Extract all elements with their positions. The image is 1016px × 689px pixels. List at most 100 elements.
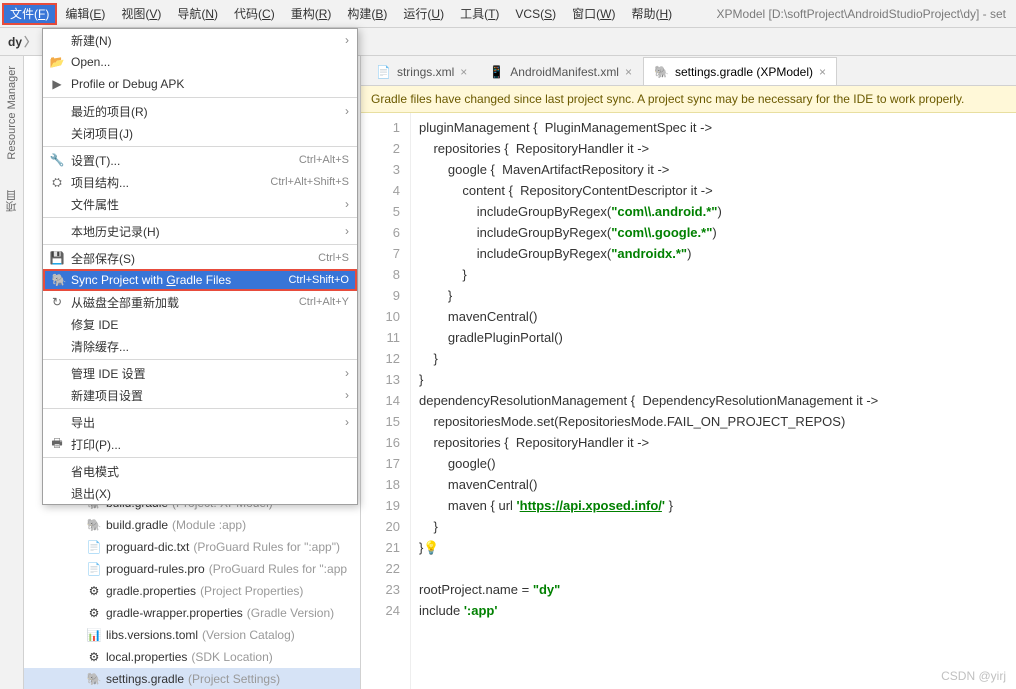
tab-icon: 🐘 <box>654 65 669 79</box>
tree-item[interactable]: 📊libs.versions.toml (Version Catalog) <box>24 624 360 646</box>
menu-工具[interactable]: 工具(T) <box>452 3 507 25</box>
menu-label: 关闭项目(J) <box>71 125 133 142</box>
menu-label: 最近的项目(R) <box>71 103 148 120</box>
separator <box>43 97 357 98</box>
rail-project[interactable]: 项目 <box>4 190 20 212</box>
tree-item[interactable]: ⚙gradle.properties (Project Properties) <box>24 580 360 602</box>
separator <box>43 359 357 360</box>
tree-item[interactable]: 🐘build.gradle (Module :app) <box>24 514 360 536</box>
menu-文件[interactable]: 文件(F) <box>2 3 57 25</box>
menu-icon: ⛭ <box>49 175 65 190</box>
menu-label: 新建(N) <box>71 32 112 49</box>
tree-hint: (Project Properties) <box>200 584 303 598</box>
menu-帮助[interactable]: 帮助(H) <box>623 3 680 25</box>
tab-label: strings.xml <box>397 65 454 79</box>
sync-notice: Gradle files have changed since last pro… <box>361 86 1016 113</box>
submenu-arrow-icon: › <box>345 366 349 380</box>
menu-item[interactable]: 管理 IDE 设置 › <box>43 362 357 384</box>
editor-tab[interactable]: 📱AndroidManifest.xml× <box>478 57 643 85</box>
rail-resource-manager[interactable]: Resource Manager <box>6 66 18 160</box>
menu-窗口[interactable]: 窗口(W) <box>564 3 623 25</box>
close-icon[interactable]: × <box>819 65 826 79</box>
breadcrumb-item[interactable]: dy <box>8 35 22 49</box>
menu-item[interactable]: 导出› <box>43 411 357 433</box>
submenu-arrow-icon: › <box>345 33 349 47</box>
shortcut: Ctrl+Alt+Shift+S <box>270 176 349 188</box>
menu-item[interactable]: 📂Open... <box>43 51 357 73</box>
menu-构建[interactable]: 构建(B) <box>339 3 395 25</box>
tree-item[interactable]: 📄proguard-dic.txt (ProGuard Rules for ":… <box>24 536 360 558</box>
file-icon: 🐘 <box>86 672 102 686</box>
shortcut: Ctrl+S <box>318 252 349 264</box>
menu-item[interactable]: ⛭ 项目结构... Ctrl+Alt+Shift+S <box>43 171 357 193</box>
menu-item[interactable]: 清除缓存... <box>43 335 357 357</box>
editor-tab[interactable]: 📄 strings.xml × <box>365 57 478 85</box>
file-icon: ⚙ <box>86 584 102 598</box>
tree-label: gradle-wrapper.properties <box>106 606 243 620</box>
editor-tab[interactable]: 🐘settings.gradle (XPModel)× <box>643 57 837 85</box>
tree-hint: (Version Catalog) <box>202 628 295 642</box>
menu-item[interactable]: 关闭项目(J) <box>43 122 357 144</box>
tree-hint: (ProGuard Rules for ":app <box>209 562 347 576</box>
menubar: 文件(F)编辑(E)视图(V)导航(N)代码(C)重构(R)构建(B)运行(U)… <box>0 0 1016 28</box>
menu-编辑[interactable]: 编辑(E) <box>57 3 113 25</box>
menu-icon: ▶ <box>49 77 65 91</box>
menu-item[interactable]: 新建项目设置› <box>43 384 357 406</box>
menu-代码[interactable]: 代码(C) <box>226 3 283 25</box>
menu-item[interactable]: 退出(X) <box>43 482 357 504</box>
menu-label: 项目结构... <box>71 174 129 191</box>
menu-item[interactable]: ▶Profile or Debug APK <box>43 73 357 95</box>
window-title: XPModel [D:\softProject\AndroidStudioPro… <box>717 7 1014 21</box>
menu-重构[interactable]: 重构(R) <box>283 3 340 25</box>
menu-item[interactable]: 🔧设置(T)...Ctrl+Alt+S <box>43 149 357 171</box>
menu-视图[interactable]: 视图(V) <box>113 3 169 25</box>
file-icon: ⚙ <box>86 650 102 664</box>
code-editor[interactable]: 123456789101112131415161718192021222324 … <box>361 113 1016 689</box>
menu-item[interactable]: 💾全部保存(S)Ctrl+S <box>43 247 357 269</box>
menu-label: 文件属性 <box>71 196 119 213</box>
menu-item[interactable]: 最近的项目(R)› <box>43 100 357 122</box>
tree-label: local.properties <box>106 650 187 664</box>
menu-icon: 💾 <box>49 251 65 265</box>
menu-item[interactable]: 🖶打印(P)... <box>43 433 357 455</box>
menu-运行[interactable]: 运行(U) <box>395 3 452 25</box>
shortcut: Ctrl+Shift+O <box>288 274 349 286</box>
separator <box>43 457 357 458</box>
menu-item[interactable]: 本地历史记录(H)› <box>43 220 357 242</box>
tree-label: proguard-rules.pro <box>106 562 205 576</box>
close-icon[interactable]: × <box>625 65 632 79</box>
breadcrumb[interactable]: dy 〉 <box>8 33 38 50</box>
tree-item[interactable]: 📄proguard-rules.pro (ProGuard Rules for … <box>24 558 360 580</box>
close-icon[interactable]: × <box>460 65 467 79</box>
menu-item[interactable]: 省电模式 <box>43 460 357 482</box>
menu-label: 省电模式 <box>71 463 119 480</box>
tree-label: settings.gradle <box>106 672 184 686</box>
gutter: 123456789101112131415161718192021222324 <box>361 113 411 689</box>
tree-label: build.gradle <box>106 518 168 532</box>
menu-item[interactable]: ↻从磁盘全部重新加载Ctrl+Alt+Y <box>43 291 357 313</box>
tree-item[interactable]: ⚙ gradle-wrapper.properties (Gradle Versi… <box>24 602 360 624</box>
menu-icon: ↻ <box>49 295 65 309</box>
menu-icon: 🖶 <box>49 434 65 455</box>
menu-label: 退出(X) <box>71 485 111 502</box>
menu-导航[interactable]: 导航(N) <box>169 3 226 25</box>
file-icon: 🐘 <box>86 518 102 532</box>
menu-item[interactable]: 新建(N) › <box>43 29 357 51</box>
menu-VCS[interactable]: VCS(S) <box>507 3 564 25</box>
menu-item[interactable]: 修复 IDE <box>43 313 357 335</box>
menu-label: 管理 IDE 设置 <box>71 365 146 382</box>
editor-area: 📄strings.xml×📱AndroidManifest.xml×🐘setti… <box>360 56 1016 689</box>
code-lines[interactable]: pluginManagement { PluginManagementSpec … <box>411 113 1016 689</box>
tree-label: proguard-dic.txt <box>106 540 189 554</box>
tab-icon: 📄 <box>376 65 391 79</box>
separator <box>43 217 357 218</box>
menu-label: 设置(T)... <box>71 152 120 169</box>
menu-item[interactable]: 🐘Sync Project with Gradle FilesCtrl+Shif… <box>43 269 357 291</box>
menu-item[interactable]: 文件属性› <box>43 193 357 215</box>
tree-item[interactable]: 🐘settings.gradle (Project Settings) <box>24 668 360 689</box>
file-icon: ⚙ <box>86 606 102 620</box>
file-menu-dropdown[interactable]: 新建(N) › 📂Open...▶Profile or Debug APK 最近的项目… <box>42 28 358 505</box>
submenu-arrow-icon: › <box>345 224 349 238</box>
tree-hint: (Gradle Version) <box>247 606 334 620</box>
tree-item[interactable]: ⚙local.properties (SDK Location) <box>24 646 360 668</box>
